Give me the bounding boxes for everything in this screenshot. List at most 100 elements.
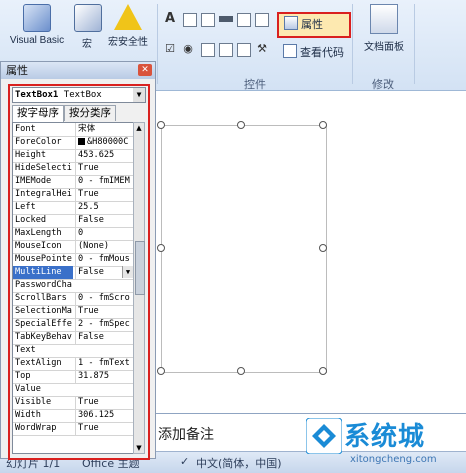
property-row[interactable]: Top 31.875 — [13, 370, 133, 384]
property-row[interactable]: ScrollBars 0 - fmScro — [13, 292, 133, 306]
property-name: Text — [15, 345, 36, 355]
property-name: Visible — [15, 397, 52, 407]
resize-handle[interactable] — [319, 121, 327, 129]
property-name: ScrollBars — [15, 293, 67, 303]
property-name: Left — [15, 202, 36, 212]
resize-handle[interactable] — [237, 121, 245, 129]
document-panel-button[interactable]: 文档面板 — [360, 4, 408, 53]
property-value: 306.125 — [75, 409, 133, 422]
property-value: 0 - fmScro — [75, 292, 133, 305]
scrollbar-control-icon[interactable] — [219, 16, 233, 22]
label-control-icon[interactable]: A — [163, 12, 177, 26]
more-controls-icon[interactable]: ⚒ — [255, 42, 269, 56]
property-name: Width — [15, 410, 41, 420]
property-row[interactable]: ForeColor &H80000C — [13, 136, 133, 150]
property-name: MultiLine — [13, 266, 73, 279]
properties-label: 属性 — [301, 18, 323, 31]
notes-placeholder: 添加备注 — [158, 427, 214, 443]
macro-security-label: 宏安全性 — [108, 37, 148, 48]
property-name: IMEMode — [15, 176, 52, 186]
property-row[interactable]: HideSelecti True — [13, 162, 133, 176]
property-row-selected[interactable]: MultiLine False ▼ — [13, 266, 133, 280]
object-name: TextBox1 — [15, 90, 59, 100]
chevron-down-icon[interactable]: ▼ — [133, 88, 145, 102]
checkbox-control-icon[interactable]: ☑ — [163, 42, 177, 56]
property-name: Value — [15, 384, 41, 394]
image-control-icon[interactable] — [237, 13, 251, 27]
property-row[interactable]: IntegralHei True — [13, 188, 133, 202]
scroll-up-icon[interactable]: ▲ — [134, 123, 144, 133]
property-row[interactable]: TextAlign 1 - fmText — [13, 357, 133, 371]
view-code-button[interactable]: 查看代码 — [283, 44, 344, 60]
property-value: 0 - fmMous — [75, 253, 133, 266]
tab-categorized[interactable]: 按分类序 — [64, 105, 116, 121]
property-row[interactable]: TabKeyBehav False — [13, 331, 133, 345]
toggle-button-icon[interactable] — [201, 43, 215, 57]
property-value: 0 - fmIMEM — [75, 175, 133, 188]
property-row[interactable]: MousePointe 0 - fmMous — [13, 253, 133, 267]
property-name: SelectionMa — [15, 306, 72, 316]
spin-button-icon[interactable] — [237, 43, 251, 57]
document-panel-label: 文档面板 — [364, 42, 404, 53]
macro-button[interactable]: 宏 — [74, 4, 102, 50]
modify-group-label: 修改 — [372, 78, 394, 91]
close-icon[interactable]: ✕ — [138, 64, 152, 76]
listbox-control-icon[interactable] — [255, 13, 269, 27]
properties-window-titlebar[interactable]: 属性 — [1, 62, 155, 79]
property-value: True — [75, 422, 133, 435]
combobox-control-icon[interactable] — [201, 13, 215, 27]
property-row[interactable]: Value — [13, 383, 133, 397]
property-row[interactable]: Font 宋体 — [13, 123, 133, 137]
property-name: WordWrap — [15, 423, 57, 433]
property-row[interactable]: SelectionMa True — [13, 305, 133, 319]
property-row[interactable]: Width 306.125 — [13, 409, 133, 423]
view-code-icon — [283, 44, 297, 58]
property-value: 2 - fmSpec — [75, 318, 133, 331]
scrollbar-thumb[interactable] — [135, 241, 145, 295]
property-row[interactable]: Text — [13, 344, 133, 358]
brand-logo-icon — [306, 418, 342, 454]
tab-alphabetic[interactable]: 按字母序 — [12, 105, 64, 122]
property-row[interactable]: Height 453.625 — [13, 149, 133, 163]
property-grid-scrollbar[interactable]: ▲ ▼ — [133, 122, 145, 454]
property-name: HideSelecti — [15, 163, 72, 173]
scroll-down-icon[interactable]: ▼ — [134, 443, 144, 453]
resize-handle[interactable] — [157, 244, 165, 252]
resize-handle[interactable] — [157, 121, 165, 129]
resize-handle[interactable] — [319, 367, 327, 375]
resize-handle[interactable] — [237, 367, 245, 375]
property-name: TabKeyBehav — [15, 332, 72, 342]
watermark: 系统城 xitongcheng.com — [306, 410, 462, 470]
property-value: 宋体 — [75, 123, 133, 136]
property-row[interactable]: MaxLength 0 — [13, 227, 133, 241]
property-row[interactable]: MouseIcon (None) — [13, 240, 133, 254]
object-selector[interactable]: TextBox1 TextBox ▼ — [12, 87, 146, 103]
chevron-down-icon[interactable]: ▼ — [122, 266, 133, 278]
option-button-icon[interactable]: ◉ — [181, 42, 195, 56]
visual-basic-button[interactable]: Visual Basic — [4, 4, 70, 46]
property-row[interactable]: PasswordCha — [13, 279, 133, 293]
property-row[interactable]: Left 25.5 — [13, 201, 133, 215]
property-row[interactable]: Locked False — [13, 214, 133, 228]
property-value: True — [75, 396, 133, 409]
document-panel-icon — [370, 4, 398, 34]
visual-basic-icon — [23, 4, 51, 32]
property-name: MousePointe — [15, 254, 72, 264]
property-row[interactable]: SpecialEffe 2 - fmSpec — [13, 318, 133, 332]
resize-handle[interactable] — [319, 244, 327, 252]
property-row[interactable]: WordWrap True — [13, 422, 133, 436]
object-type: TextBox — [63, 90, 102, 100]
property-value: 1 - fmText — [75, 357, 133, 370]
resize-handle[interactable] — [157, 367, 165, 375]
property-grid: Font 宋体 ForeColor &H80000C Height 453.62… — [12, 122, 134, 454]
language-indicator[interactable]: 中文(简体，中国) — [196, 455, 282, 471]
slide-canvas[interactable] — [153, 91, 466, 451]
textbox-control[interactable] — [161, 125, 327, 373]
frame-control-icon[interactable] — [219, 43, 233, 57]
properties-button[interactable]: 属性 — [277, 12, 351, 38]
macro-security-button[interactable]: 宏安全性 — [104, 4, 152, 48]
textbox-control-icon[interactable] — [183, 13, 197, 27]
property-row[interactable]: IMEMode 0 - fmIMEM — [13, 175, 133, 189]
property-name: Top — [15, 371, 31, 381]
property-row[interactable]: Visible True — [13, 396, 133, 410]
